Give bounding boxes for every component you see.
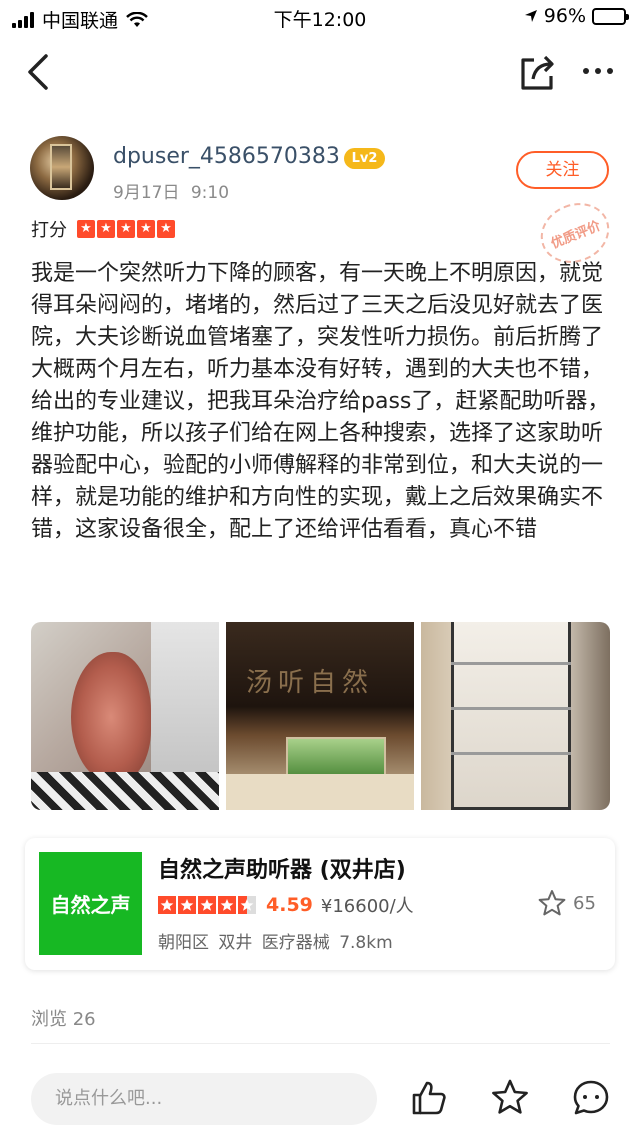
rating-stars: ★ ★ ★ ★ ★ (77, 220, 175, 238)
share-icon[interactable] (516, 52, 558, 92)
follow-button[interactable]: 关注 (516, 151, 609, 189)
photo-gallery: 汤听自然 (31, 622, 610, 810)
bottom-bar: 说点什么吧... (0, 1060, 640, 1138)
shop-price: ¥16600/人 (320, 896, 414, 917)
comment-bubble-icon[interactable] (571, 1078, 611, 1118)
shop-rating-row: 4.59 ¥16600/人 (158, 892, 414, 918)
shop-logo: 自然之声 (39, 852, 142, 955)
star-icon: ★ (117, 220, 135, 238)
shop-meta: 朝阳区 双井 医疗器械 7.8km (158, 933, 393, 953)
divider (31, 1043, 610, 1044)
shop-card[interactable]: 自然之声 自然之声助听器 (双井店) 4.59 ¥16600/人 朝阳区 双井 … (25, 838, 615, 970)
rating-row: 打分 ★ ★ ★ ★ ★ (31, 216, 175, 242)
level-badge: Lv2 (344, 148, 385, 169)
star-icon: ★ (97, 220, 115, 238)
store-sign-text: 汤听自然 (246, 668, 375, 698)
review-photo-display-case[interactable] (421, 622, 610, 810)
battery-percent: 96% (543, 5, 586, 27)
shop-name: 自然之声助听器 (双井店) (158, 858, 406, 883)
favorite-star-icon[interactable] (490, 1078, 530, 1118)
review-text: 我是一个突然听力下降的顾客，有一天晚上不明原因，就觉得耳朵闷闷的，堵堵的，然后过… (31, 261, 610, 542)
shop-rating-stars (158, 896, 256, 914)
review-photo-ear[interactable] (31, 622, 219, 810)
view-count: 浏览 26 (31, 1009, 96, 1030)
battery-icon (592, 7, 629, 25)
star-icon: ★ (137, 220, 155, 238)
post-date: 9月17日 9:10 (113, 183, 230, 203)
more-options-icon[interactable] (578, 56, 618, 86)
review-photo-store[interactable]: 汤听自然 (226, 622, 414, 810)
username[interactable]: dpuser_4586570383 (113, 144, 340, 169)
favorite-count: 65 (573, 892, 596, 914)
star-icon: ★ (157, 220, 175, 238)
thumbs-up-icon[interactable] (409, 1078, 449, 1118)
status-bar: 中国联通 下午12:00 96% (0, 0, 640, 34)
star-outline-icon (538, 890, 566, 916)
favorite-button[interactable]: 65 (537, 888, 596, 918)
rating-label: 打分 (31, 220, 67, 241)
comment-input[interactable]: 说点什么吧... (31, 1073, 377, 1125)
shop-score: 4.59 (266, 894, 313, 916)
avatar[interactable] (30, 136, 94, 200)
star-icon: ★ (77, 220, 95, 238)
location-arrow-icon (524, 10, 537, 22)
nav-bar (0, 40, 640, 104)
back-arrow-icon[interactable] (20, 50, 60, 94)
